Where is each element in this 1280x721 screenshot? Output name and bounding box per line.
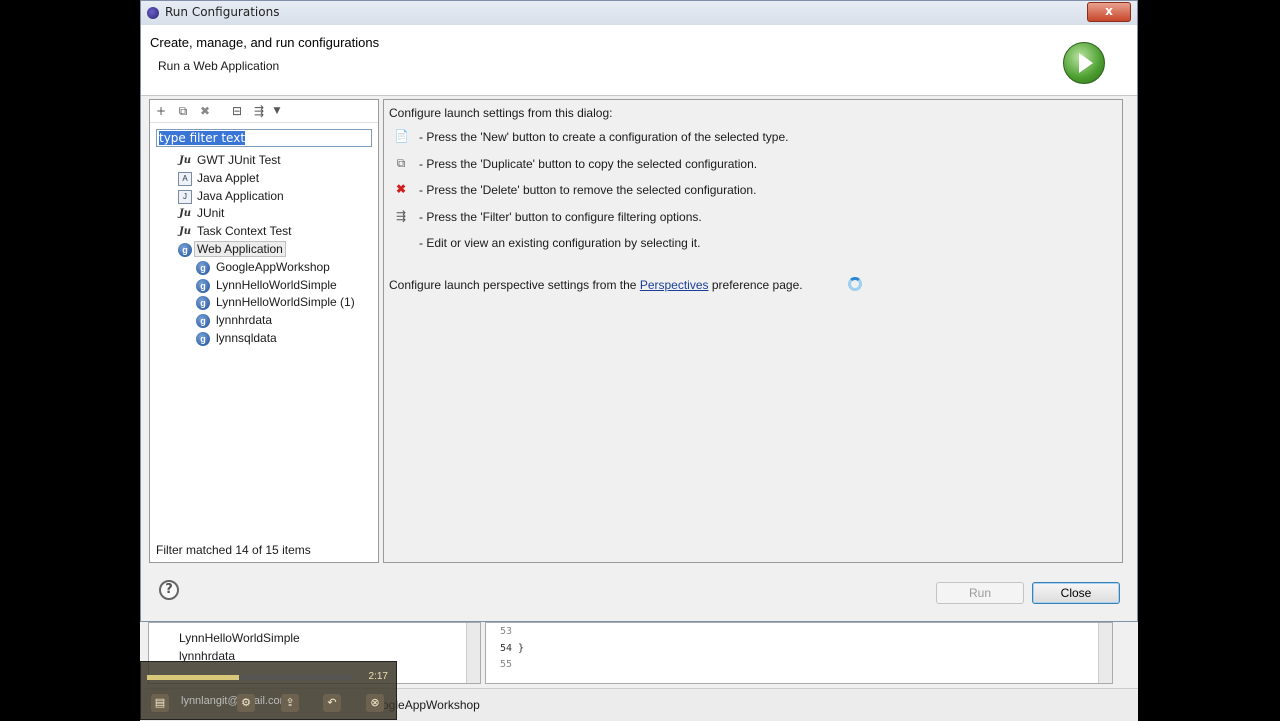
editor-line: 55 — [500, 659, 513, 670]
perspective-text: Configure launch perspective settings fr… — [389, 278, 803, 292]
filter-icon: ⇶ — [395, 209, 407, 223]
tree-item-lynnsqldata[interactable]: g lynnsqldata — [150, 330, 378, 348]
run-play-icon — [1063, 42, 1105, 84]
duplicate-icon[interactable]: ⧉ — [176, 104, 190, 118]
tree-item-label: lynnsqldata — [216, 330, 277, 345]
code-editor: 53 54 } 55 — [485, 622, 1113, 684]
run-configurations-dialog: Run Configurations x Create, manage, and… — [140, 0, 1138, 622]
tree-item-label: Java Applet — [197, 170, 260, 185]
duplicate-icon: ⧉ — [396, 156, 406, 170]
help-edit-text: - Edit or view an existing configuration… — [419, 236, 701, 250]
delete-icon: ✖ — [395, 182, 407, 196]
perspective-suffix: preference page. — [708, 278, 803, 292]
editor-scrollbar[interactable] — [1098, 623, 1112, 683]
help-duplicate-text: - Press the 'Duplicate' button to copy t… — [419, 157, 758, 171]
window-close-button[interactable]: x — [1087, 2, 1131, 22]
tree-item-java-application[interactable]: J Java Application — [150, 188, 378, 206]
tree-item-label: Java Application — [197, 188, 284, 203]
close-icon[interactable]: ⊗ — [366, 694, 384, 712]
tree-item-junit[interactable]: Ju JUnit — [150, 205, 378, 223]
undo-icon[interactable]: ↶ — [323, 694, 341, 712]
filter-input-text: type filter text — [159, 131, 246, 145]
explorer-item[interactable]: LynnHelloWorldSimple — [179, 631, 300, 645]
google-web-app-icon: g — [178, 242, 192, 257]
collapse-all-icon[interactable]: ⊟ — [230, 104, 244, 118]
tree-item-label: GWT JUnit Test — [197, 153, 281, 167]
filter-icon[interactable]: ⇶ — [252, 104, 266, 118]
junit-icon: Ju — [178, 208, 191, 220]
run-button[interactable]: Run — [936, 582, 1024, 604]
google-web-app-icon: g — [196, 260, 210, 275]
dialog-heading: Create, manage, and run configurations — [150, 35, 380, 50]
google-web-app-icon: g — [196, 331, 210, 346]
explorer-scrollbar[interactable] — [466, 623, 480, 683]
configuration-tree: Ju GWT JUnit Test A Java Applet J Java A… — [150, 152, 378, 348]
filter-status-text: Filter matched 14 of 15 items — [156, 543, 311, 557]
editor-line: 54 } — [500, 643, 525, 654]
tree-item-label: Task Context Test — [197, 224, 292, 239]
help-delete-text: - Press the 'Delete' button to remove th… — [419, 183, 757, 197]
screen-edge — [1138, 0, 1280, 720]
configuration-tree-pane: + ⧉ ✖ ⊟ ⇶ ▼ type filter text Ju GWT JUni… — [149, 99, 379, 563]
video-time: 2:17 — [368, 671, 388, 682]
intro-text: Configure launch settings from this dial… — [389, 106, 613, 120]
email-text: lynnlangit@gmail.com — [181, 695, 289, 707]
editor-line: 53 — [500, 626, 513, 637]
video-progress-bar[interactable] — [147, 675, 351, 680]
tree-item-web-application[interactable]: g Web Application — [150, 240, 378, 259]
tree-item-googleappworkshop[interactable]: g GoogleAppWorkshop — [150, 259, 378, 277]
help-filter-text: - Press the 'Filter' button to configure… — [419, 210, 702, 224]
tree-item-gwt-junit-test[interactable]: Ju GWT JUnit Test — [150, 152, 378, 170]
settings-icon[interactable]: ⚙ — [237, 694, 255, 712]
video-progress-fill — [147, 675, 239, 680]
tree-item-label: LynnHelloWorldSimple (1) — [216, 295, 355, 310]
tree-toolbar: + ⧉ ✖ ⊟ ⇶ ▼ — [150, 100, 378, 123]
share-icon[interactable]: ⇪ — [281, 694, 299, 712]
filter-input[interactable]: type filter text — [156, 129, 372, 147]
launch-settings-pane: Configure launch settings from this dial… — [383, 99, 1123, 563]
google-web-app-icon: g — [196, 296, 210, 311]
tree-item-label: JUnit — [197, 206, 225, 221]
perspective-prefix: Configure launch perspective settings fr… — [389, 278, 640, 292]
dialog-subheading: Run a Web Application — [158, 59, 280, 73]
dialog-header: Create, manage, and run configurations R… — [141, 25, 1137, 96]
tree-item-lynnhelloworldsimple[interactable]: g LynnHelloWorldSimple — [150, 277, 378, 295]
close-button[interactable]: Close — [1032, 582, 1120, 604]
perspectives-link[interactable]: Perspectives — [640, 278, 709, 292]
video-player-overlay: 2:17 lynnlangit@gmail.com ▤ ⚙ ⇪ ↶ ⊗ — [140, 661, 397, 720]
java-applet-icon: A — [178, 171, 192, 186]
task-context-icon: Ju — [178, 226, 191, 238]
google-web-app-icon: g — [196, 314, 210, 329]
tree-item-java-applet[interactable]: A Java Applet — [150, 170, 378, 188]
delete-icon[interactable]: ✖ — [198, 104, 212, 118]
tree-item-lynnhrdata[interactable]: g lynnhrdata — [150, 312, 378, 330]
tree-item-task-context-test[interactable]: Ju Task Context Test — [150, 223, 378, 241]
tree-item-lynnhelloworldsimple-1[interactable]: g LynnHelloWorldSimple (1) — [150, 294, 378, 312]
google-web-app-icon: g — [196, 278, 210, 293]
title-bar: Run Configurations x — [141, 1, 1137, 26]
folder-icon[interactable]: ▤ — [151, 694, 169, 712]
tree-item-label: LynnHelloWorldSimple — [216, 277, 337, 292]
tree-item-label: GoogleAppWorkshop — [216, 259, 330, 274]
new-icon: 📄 — [394, 129, 409, 143]
tree-item-label: lynnhrdata — [216, 313, 273, 328]
java-application-icon: J — [178, 189, 192, 204]
eclipse-icon — [147, 7, 159, 19]
loading-spinner-icon — [848, 277, 862, 291]
dropdown-arrow-icon[interactable]: ▼ — [270, 104, 284, 118]
help-new-text: - Press the 'New' button to create a con… — [419, 130, 789, 144]
junit-icon: Ju — [178, 155, 191, 166]
tree-item-label: Web Application — [194, 240, 286, 257]
window-title: Run Configurations — [165, 5, 280, 19]
help-button[interactable]: ? — [159, 580, 179, 600]
new-config-icon[interactable]: + — [154, 104, 168, 118]
